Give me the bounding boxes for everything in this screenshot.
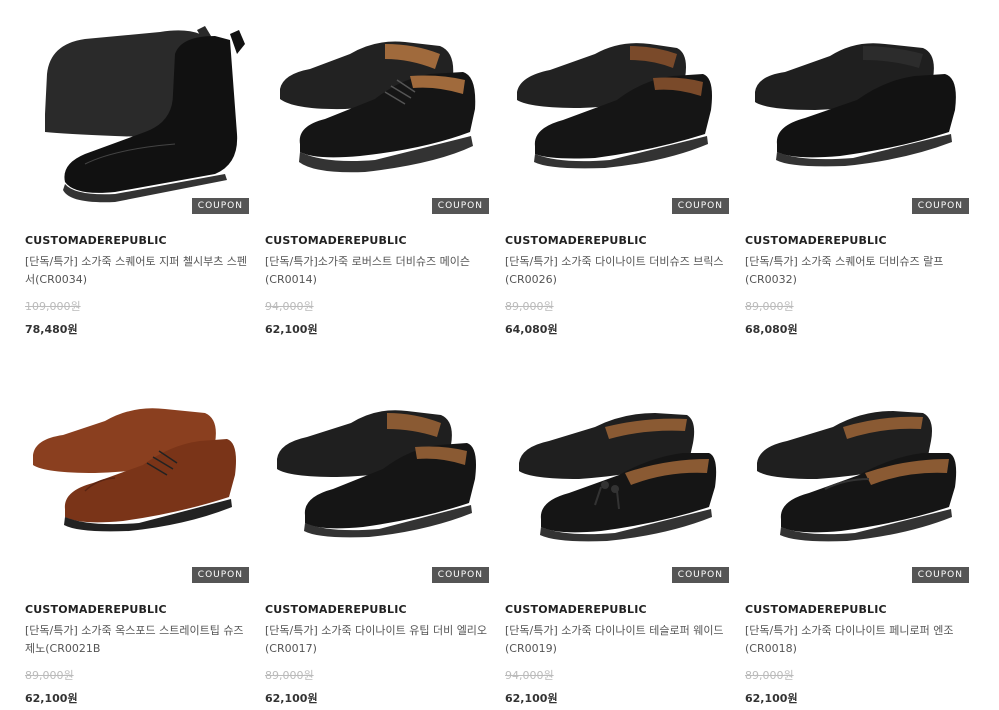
coupon-badge[interactable]: COUPON (911, 198, 969, 214)
product-card[interactable]: COUPON CUSTOMADEREPUBLIC [단독/특가] 소가죽 스퀘어… (25, 14, 249, 337)
product-brand[interactable]: CUSTOMADEREPUBLIC (505, 234, 729, 247)
product-card[interactable]: COUPON CUSTOMADEREPUBLIC [단독/특가] 소가죽 다이나… (745, 383, 969, 706)
shoe-illustration (755, 43, 956, 167)
product-image[interactable]: COUPON (25, 14, 249, 214)
original-price: 89,000원 (745, 669, 794, 682)
product-brand[interactable]: CUSTOMADEREPUBLIC (265, 234, 489, 247)
product-card[interactable]: COUPON CUSTOMADEREPUBLIC [단독/특가] 소가죽 다이나… (265, 383, 489, 706)
product-card[interactable]: COUPON CUSTOMADEREPUBLIC [단독/특가] 소가죽 다이나… (505, 383, 729, 706)
product-name[interactable]: [단독/특가] 소가죽 다이나이트 테슬로퍼 웨이드(CR0019) (505, 622, 729, 658)
shoe-illustration (33, 408, 236, 532)
product-grid: COUPON CUSTOMADEREPUBLIC [단독/특가] 소가죽 스퀘어… (0, 0, 999, 710)
product-brand[interactable]: CUSTOMADEREPUBLIC (25, 234, 249, 247)
product-name[interactable]: [단독/특가] 소가죽 다이나이트 유팁 더비 엘리오(CR0017) (265, 622, 489, 658)
coupon-badge[interactable]: COUPON (431, 198, 489, 214)
product-card[interactable]: COUPON CUSTOMADEREPUBLIC [단독/특가] 소가죽 스퀘어… (745, 14, 969, 337)
product-card[interactable]: COUPON CUSTOMADEREPUBLIC [단독/특가]소가죽 로버스트… (265, 14, 489, 337)
original-price: 89,000원 (505, 300, 554, 313)
product-image[interactable]: COUPON (25, 383, 249, 583)
coupon-badge[interactable]: COUPON (911, 567, 969, 583)
product-name[interactable]: [단독/특가] 소가죽 다이나이트 더비슈즈 브릭스(CR0026) (505, 253, 729, 289)
shoe-illustration (45, 26, 245, 203)
sale-price: 78,480원 (25, 323, 78, 336)
shoe-illustration (757, 411, 957, 542)
sale-price: 62,100원 (265, 692, 318, 705)
coupon-badge[interactable]: COUPON (431, 567, 489, 583)
product-brand[interactable]: CUSTOMADEREPUBLIC (745, 603, 969, 616)
product-image[interactable]: COUPON (265, 14, 489, 214)
product-card[interactable]: COUPON CUSTOMADEREPUBLIC [단독/특가] 소가죽 옥스포… (25, 383, 249, 706)
sale-price: 64,080원 (505, 323, 558, 336)
product-image[interactable]: COUPON (265, 383, 489, 583)
product-name[interactable]: [단독/특가] 소가죽 옥스포드 스트레이트팁 슈즈 제노(CR0021B (25, 622, 249, 658)
product-card[interactable]: COUPON CUSTOMADEREPUBLIC [단독/특가] 소가죽 다이나… (505, 14, 729, 337)
original-price: 109,000원 (25, 300, 81, 313)
shoe-illustration (280, 41, 476, 173)
coupon-badge[interactable]: COUPON (191, 198, 249, 214)
sale-price: 62,100원 (265, 323, 318, 336)
shoe-illustration (519, 413, 717, 542)
product-name[interactable]: [단독/특가] 소가죽 스퀘어토 더비슈즈 랄프(CR0032) (745, 253, 969, 289)
product-brand[interactable]: CUSTOMADEREPUBLIC (745, 234, 969, 247)
original-price: 89,000원 (25, 669, 74, 682)
product-brand[interactable]: CUSTOMADEREPUBLIC (25, 603, 249, 616)
coupon-badge[interactable]: COUPON (671, 198, 729, 214)
product-image[interactable]: COUPON (745, 14, 969, 214)
product-brand[interactable]: CUSTOMADEREPUBLIC (505, 603, 729, 616)
sale-price: 68,080원 (745, 323, 798, 336)
sale-price: 62,100원 (505, 692, 558, 705)
product-image[interactable]: COUPON (745, 383, 969, 583)
sale-price: 62,100원 (745, 692, 798, 705)
original-price: 89,000원 (745, 300, 794, 313)
product-name[interactable]: [단독/특가] 소가죽 스퀘어토 지퍼 첼시부츠 스펜서(CR0034) (25, 253, 249, 289)
coupon-badge[interactable]: COUPON (191, 567, 249, 583)
product-image[interactable]: COUPON (505, 14, 729, 214)
original-price: 89,000원 (265, 669, 314, 682)
original-price: 94,000원 (265, 300, 314, 313)
product-brand[interactable]: CUSTOMADEREPUBLIC (265, 603, 489, 616)
product-name[interactable]: [단독/특가] 소가죽 다이나이트 페니로퍼 엔조(CR0018) (745, 622, 969, 658)
shoe-illustration (277, 410, 476, 538)
sale-price: 62,100원 (25, 692, 78, 705)
original-price: 94,000원 (505, 669, 554, 682)
coupon-badge[interactable]: COUPON (671, 567, 729, 583)
shoe-illustration (517, 43, 712, 169)
product-name[interactable]: [단독/특가]소가죽 로버스트 더비슈즈 메이슨(CR0014) (265, 253, 489, 289)
product-image[interactable]: COUPON (505, 383, 729, 583)
